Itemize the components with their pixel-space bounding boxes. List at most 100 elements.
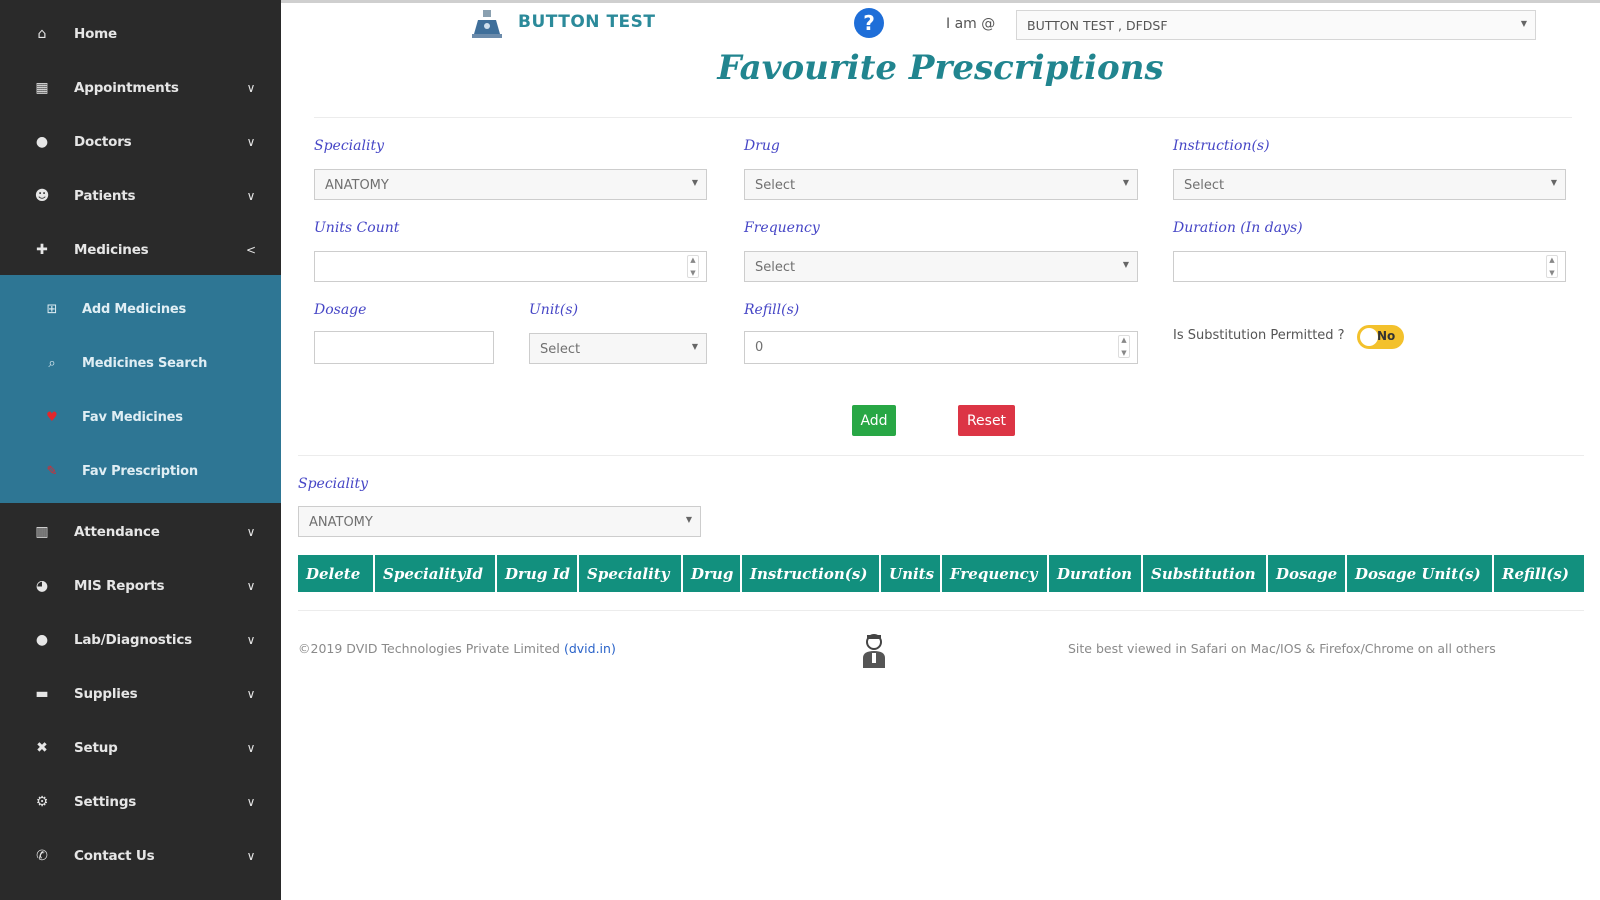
column-header[interactable]: Substitution <box>1143 555 1268 592</box>
submenu-item-fav-prescription[interactable]: ✎ Fav Prescription <box>0 451 281 491</box>
add-button[interactable]: Add <box>852 405 896 436</box>
sidebar-item-label: Doctors <box>74 134 132 150</box>
column-header[interactable]: Dosage <box>1268 555 1347 592</box>
sidebar-item-label: Medicines <box>74 242 149 258</box>
iam-label: I am @ <box>946 16 996 32</box>
column-header[interactable]: Delete <box>298 555 375 592</box>
sidebar-item-lab-diagnostics[interactable]: ● Lab/Diagnostics ∨ <box>0 620 281 660</box>
logo-icon <box>472 10 502 38</box>
filter-speciality-value: ANATOMY <box>309 515 373 530</box>
units-select[interactable]: Select ▼ <box>529 333 707 364</box>
pencil-icon: ✎ <box>46 463 58 479</box>
chevron-down-icon: ∨ <box>246 81 256 95</box>
sidebar-item-attendance[interactable]: ▥ Attendance ∨ <box>0 512 281 552</box>
frequency-select[interactable]: Select ▼ <box>744 251 1138 282</box>
sidebar: ⌂ Home ▦ Appointments ∨ ● Doctors ∨ ☻ Pa… <box>0 0 281 900</box>
sidebar-item-label: Appointments <box>74 80 179 96</box>
tools-icon: ✖ <box>36 740 48 756</box>
number-stepper-icon[interactable]: ▲ ▼ <box>1546 255 1558 278</box>
home-icon: ⌂ <box>37 26 47 42</box>
frequency-select-value: Select <box>755 260 796 275</box>
sidebar-item-home[interactable]: ⌂ Home <box>0 14 281 54</box>
divider <box>314 117 1572 118</box>
dosage-input[interactable] <box>314 331 494 364</box>
column-header[interactable]: Dosage Unit(s) <box>1347 555 1494 592</box>
doctor-icon: ● <box>35 134 49 150</box>
column-header[interactable]: Drug Id <box>497 555 579 592</box>
clinic-select-value: BUTTON TEST , DFDSF <box>1027 18 1168 33</box>
sidebar-item-label: Patients <box>74 188 136 204</box>
page-title: Favourite Prescriptions <box>717 48 1164 88</box>
help-icon[interactable]: ? <box>854 8 884 38</box>
calendar-icon: ▦ <box>35 80 49 96</box>
refills-value: 0 <box>755 340 764 355</box>
substitution-label: Is Substitution Permitted ? <box>1173 328 1345 343</box>
number-stepper-icon[interactable]: ▲ ▼ <box>687 255 699 278</box>
duration-label: Duration (In days) <box>1173 220 1303 236</box>
chevron-down-icon: ∨ <box>246 633 256 647</box>
sidebar-item-label: Supplies <box>74 686 138 702</box>
instruction-label: Instruction(s) <box>1173 138 1270 154</box>
sidebar-item-setup[interactable]: ✖ Setup ∨ <box>0 728 281 768</box>
caret-down-icon: ▼ <box>1122 260 1129 269</box>
column-header[interactable]: Frequency <box>942 555 1049 592</box>
submenu-item-add-medicines[interactable]: ⊞ Add Medicines <box>0 289 281 329</box>
sidebar-item-supplies[interactable]: ▬ Supplies ∨ <box>0 674 281 714</box>
sidebar-item-label: Settings <box>74 794 137 810</box>
toggle-knob <box>1360 328 1378 346</box>
sidebar-item-medicines[interactable]: ✚ Medicines < <box>0 230 281 270</box>
clinic-select[interactable]: BUTTON TEST , DFDSF ▼ <box>1016 10 1536 40</box>
column-header[interactable]: SpecialityId <box>375 555 497 592</box>
company-link[interactable]: (dvid.in) <box>564 641 616 656</box>
search-icon: ⌕ <box>48 355 56 371</box>
refills-input[interactable]: 0 ▲ ▼ <box>744 331 1138 364</box>
submenu-item-label: Medicines Search <box>82 355 208 371</box>
sidebar-item-label: Contact Us <box>74 848 155 864</box>
units-select-value: Select <box>540 342 581 357</box>
sidebar-item-appointments[interactable]: ▦ Appointments ∨ <box>0 68 281 108</box>
sidebar-item-contact-us[interactable]: ✆ Contact Us ∨ <box>0 836 281 876</box>
sidebar-item-patients[interactable]: ☻ Patients ∨ <box>0 176 281 216</box>
duration-input[interactable]: ▲ ▼ <box>1173 251 1566 282</box>
chevron-down-icon: ∨ <box>246 795 256 809</box>
caret-down-icon: ▼ <box>1550 178 1557 187</box>
submenu-item-fav-medicines[interactable]: ♥ Fav Medicines <box>0 397 281 437</box>
caret-down-icon: ▼ <box>691 178 698 187</box>
toggle-label: No <box>1377 329 1396 343</box>
chevron-down-icon: ∨ <box>246 741 256 755</box>
prescriptions-table-header: Delete SpecialityId Drug Id Speciality D… <box>298 555 1584 592</box>
column-header[interactable]: Speciality <box>579 555 683 592</box>
sidebar-item-label: Home <box>74 26 117 42</box>
chevron-left-icon: < <box>245 243 257 257</box>
speciality-select-value: ANATOMY <box>325 178 389 193</box>
sidebar-item-mis-reports[interactable]: ◕ MIS Reports ∨ <box>0 566 281 606</box>
top-border <box>281 0 1600 3</box>
footer-copyright: ©2019 DVID Technologies Private Limited … <box>298 641 616 656</box>
column-header[interactable]: Refill(s) <box>1494 555 1584 592</box>
column-header[interactable]: Units <box>881 555 942 592</box>
caret-down-icon: ▼ <box>1122 178 1129 187</box>
substitution-toggle[interactable]: No <box>1357 325 1404 349</box>
chevron-down-icon: ∨ <box>246 135 256 149</box>
speciality-select[interactable]: ANATOMY ▼ <box>314 169 707 200</box>
submenu-item-medicines-search[interactable]: ⌕ Medicines Search <box>0 343 281 383</box>
units-count-input[interactable]: ▲ ▼ <box>314 251 707 282</box>
instruction-select[interactable]: Select ▼ <box>1173 169 1566 200</box>
refills-label: Refill(s) <box>744 302 800 318</box>
column-header[interactable]: Duration <box>1049 555 1143 592</box>
plus-square-icon: ⊞ <box>46 301 58 317</box>
column-header[interactable]: Instruction(s) <box>742 555 881 592</box>
sidebar-item-doctors[interactable]: ● Doctors ∨ <box>0 122 281 162</box>
drug-select[interactable]: Select ▼ <box>744 169 1138 200</box>
sidebar-item-label: Lab/Diagnostics <box>74 632 192 648</box>
number-stepper-icon[interactable]: ▲ ▼ <box>1118 335 1130 358</box>
caret-down-icon: ▼ <box>685 515 692 524</box>
supplies-icon: ▬ <box>35 686 49 702</box>
reset-button[interactable]: Reset <box>958 405 1015 436</box>
brand-name: BUTTON TEST <box>518 12 656 32</box>
column-header[interactable]: Drug <box>683 555 742 592</box>
filter-speciality-select[interactable]: ANATOMY ▼ <box>298 506 701 537</box>
frequency-label: Frequency <box>744 220 820 236</box>
caret-down-icon: ▼ <box>1520 19 1527 28</box>
sidebar-item-settings[interactable]: ⚙ Settings ∨ <box>0 782 281 822</box>
